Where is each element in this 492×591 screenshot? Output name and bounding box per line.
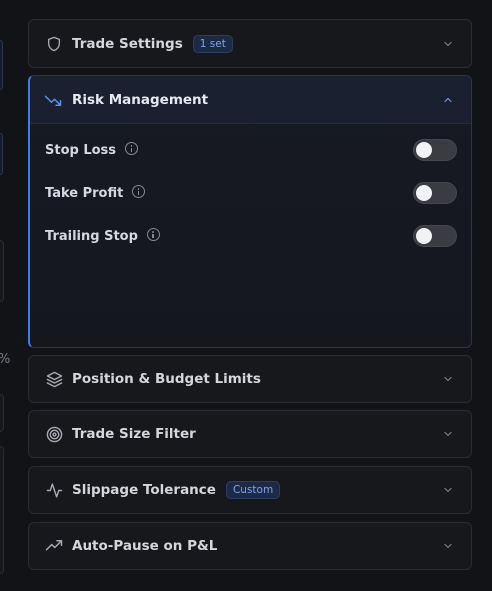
shield-icon bbox=[45, 35, 63, 53]
left-panel-fragment bbox=[0, 240, 4, 302]
take-profit-toggle[interactable] bbox=[413, 182, 457, 204]
percent-fragment: % bbox=[0, 352, 10, 367]
trade-settings-section: Trade Settings 1 set bbox=[28, 19, 472, 68]
stop-loss-row: Stop Loss bbox=[45, 138, 457, 162]
left-panel-fragment bbox=[0, 40, 3, 90]
left-panel-fragment bbox=[0, 133, 3, 175]
trailing-stop-row: Trailing Stop bbox=[45, 224, 457, 248]
chevron-down-icon bbox=[441, 539, 455, 553]
trailing-stop-label: Trailing Stop bbox=[45, 229, 138, 244]
trade-size-filter-header[interactable]: Trade Size Filter bbox=[29, 411, 471, 457]
trade-size-filter-section: Trade Size Filter bbox=[28, 410, 472, 458]
stop-loss-toggle[interactable] bbox=[413, 139, 457, 161]
layers-icon bbox=[45, 370, 63, 388]
stop-loss-label: Stop Loss bbox=[45, 143, 117, 158]
take-profit-label: Take Profit bbox=[45, 186, 124, 201]
activity-icon bbox=[45, 481, 63, 499]
position-budget-limits-header[interactable]: Position & Budget Limits bbox=[29, 356, 471, 402]
status-badge: Custom bbox=[225, 481, 281, 499]
risk-management-header[interactable]: Risk Management bbox=[30, 76, 471, 124]
left-panel-fragment bbox=[0, 446, 4, 574]
section-title: Slippage Tolerance Custom bbox=[72, 481, 281, 499]
section-title: Trade Settings 1 set bbox=[72, 34, 233, 53]
section-title: Trade Size Filter bbox=[72, 426, 196, 442]
auto-pause-section: Auto-Pause on P&L bbox=[28, 522, 472, 570]
trending-down-icon bbox=[44, 91, 62, 109]
chevron-down-icon bbox=[441, 372, 455, 386]
chevron-up-icon bbox=[441, 93, 455, 107]
toggle-knob bbox=[416, 228, 432, 244]
chevron-down-icon bbox=[441, 37, 455, 51]
info-icon[interactable] bbox=[132, 185, 146, 198]
chevron-down-icon bbox=[441, 427, 455, 441]
trade-settings-header[interactable]: Trade Settings 1 set bbox=[29, 20, 471, 67]
toggle-knob bbox=[416, 185, 432, 201]
chevron-down-icon bbox=[441, 483, 455, 497]
target-icon bbox=[45, 425, 63, 443]
slippage-tolerance-header[interactable]: Slippage Tolerance Custom bbox=[29, 467, 471, 513]
left-panel-fragment bbox=[0, 394, 4, 432]
section-title: Risk Management bbox=[72, 91, 209, 108]
info-icon[interactable] bbox=[125, 142, 139, 155]
status-badge: 1 set bbox=[192, 34, 233, 53]
take-profit-row: Take Profit bbox=[45, 181, 457, 205]
section-title: Position & Budget Limits bbox=[72, 371, 261, 387]
toggle-knob bbox=[416, 142, 432, 158]
slippage-tolerance-section: Slippage Tolerance Custom bbox=[28, 466, 472, 514]
auto-pause-header[interactable]: Auto-Pause on P&L bbox=[29, 523, 471, 569]
trending-up-icon bbox=[45, 537, 63, 555]
risk-management-section: Risk Management Stop Loss Take Profit Tr… bbox=[28, 75, 472, 348]
position-budget-limits-section: Position & Budget Limits bbox=[28, 355, 472, 403]
trailing-stop-toggle[interactable] bbox=[413, 225, 457, 247]
section-title: Auto-Pause on P&L bbox=[72, 538, 218, 554]
info-icon[interactable] bbox=[146, 228, 160, 241]
